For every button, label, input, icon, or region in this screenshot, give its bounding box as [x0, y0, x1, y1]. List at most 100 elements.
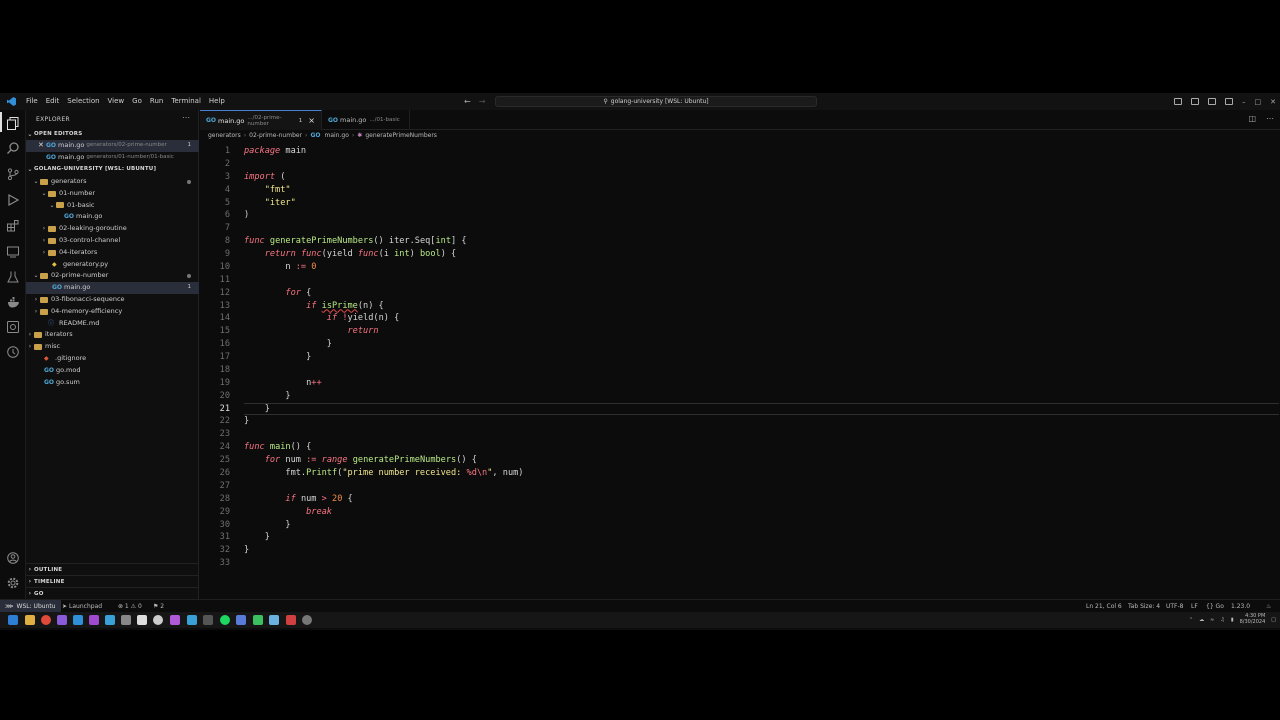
settings-app-icon[interactable] — [121, 615, 131, 625]
app-icon[interactable] — [170, 615, 180, 625]
chrome-icon[interactable] — [41, 615, 51, 625]
code-line[interactable]: for { — [244, 287, 311, 300]
code-line[interactable]: n++ — [244, 377, 322, 390]
whatsapp-icon[interactable] — [253, 615, 263, 625]
open-editor-item[interactable]: ✕ GO main.go generators/02-prime-number … — [26, 140, 199, 152]
code-line[interactable]: return — [244, 325, 378, 338]
tab-main-go-prime[interactable]: GO main.go .../02-prime-number 1 × — [200, 110, 322, 130]
remote-indicator[interactable]: ⋙ WSL: Ubuntu — [0, 600, 61, 612]
outline-section[interactable]: › OUTLINE — [26, 563, 199, 575]
app-icon[interactable] — [57, 615, 67, 625]
accounts-icon[interactable] — [6, 551, 20, 565]
tree-file[interactable]: ⓘ README.md — [26, 318, 199, 330]
menu-file[interactable]: File — [22, 93, 42, 110]
wifi-icon[interactable]: ≈ — [1210, 617, 1214, 623]
problems-indicator[interactable]: ⊗ 1 ⚠ 0 — [118, 600, 142, 612]
spotify-icon[interactable] — [220, 615, 230, 625]
edge-icon[interactable] — [187, 615, 197, 625]
line-ending[interactable]: LF — [1191, 600, 1198, 612]
minimize-icon[interactable]: – — [1242, 98, 1246, 106]
search-icon[interactable] — [6, 141, 20, 155]
app-icon[interactable] — [153, 615, 163, 625]
code-line[interactable]: } — [244, 544, 249, 557]
code-line[interactable]: if isPrime(n) { — [244, 300, 384, 313]
menu-terminal[interactable]: Terminal — [167, 93, 205, 110]
app-icon[interactable] — [137, 615, 147, 625]
close-icon[interactable]: × — [308, 116, 315, 125]
chevron-up-icon[interactable]: ⌃ — [1189, 617, 1193, 623]
breadcrumb-item[interactable]: generatePrimeNumbers — [365, 132, 437, 139]
cloud-icon[interactable]: ☁ — [1199, 617, 1204, 623]
menu-edit[interactable]: Edit — [42, 93, 64, 110]
code-line[interactable]: package main — [244, 145, 306, 158]
code-line[interactable]: if num > 20 { — [244, 493, 352, 506]
launchpad-button[interactable]: ➤ Launchpad — [62, 600, 102, 612]
toggle-secondary-sidebar-icon[interactable] — [1208, 98, 1216, 105]
code-line[interactable]: func main() { — [244, 441, 311, 454]
code-line[interactable]: } — [244, 338, 332, 351]
tree-folder[interactable]: › 04-memory-efficiency — [26, 306, 199, 318]
explorer-icon[interactable] — [6, 116, 20, 130]
code-line[interactable]: } — [244, 351, 311, 364]
tree-file-selected[interactable]: GO main.go 1 — [26, 282, 199, 294]
tree-folder[interactable]: ⌄ 02-prime-number — [26, 270, 199, 282]
menu-selection[interactable]: Selection — [63, 93, 103, 110]
breadcrumb-item[interactable]: main.go — [324, 132, 348, 139]
tab-main-go-basic[interactable]: GO main.go .../01-basic — [322, 110, 410, 130]
maximize-icon[interactable]: □ — [1255, 98, 1262, 106]
code-line[interactable]: } — [244, 390, 290, 403]
remote-explorer-icon[interactable] — [6, 245, 20, 259]
code-line[interactable]: n := 0 — [244, 261, 316, 274]
customize-layout-icon[interactable] — [1225, 98, 1233, 105]
menu-run[interactable]: Run — [146, 93, 167, 110]
code-line[interactable]: func generatePrimeNumbers() iter.Seq[int… — [244, 235, 467, 248]
tree-file[interactable]: GO go.sum — [26, 377, 199, 389]
clock[interactable]: 4:30 PM 8/30/2024 — [1240, 613, 1266, 625]
settings-gear-icon[interactable] — [6, 576, 20, 590]
toggle-sidebar-icon[interactable] — [1174, 98, 1182, 105]
app-icon[interactable] — [236, 615, 246, 625]
extensions-icon[interactable] — [6, 219, 20, 233]
tree-folder[interactable]: › 03-control-channel — [26, 235, 199, 247]
menu-go[interactable]: Go — [128, 93, 146, 110]
language-mode[interactable]: {} Go — [1206, 600, 1224, 612]
app-icon[interactable] — [302, 615, 312, 625]
more-actions-icon[interactable]: ⋯ — [1266, 114, 1274, 123]
forward-arrow-icon[interactable]: → — [479, 97, 486, 106]
workspace-section[interactable]: ⌄ GOLANG-UNIVERSITY [WSL: UBUNTU] — [26, 164, 199, 176]
code-line[interactable]: import ( — [244, 171, 285, 184]
go-section[interactable]: › GO — [26, 587, 199, 599]
code-line[interactable]: break — [244, 506, 332, 519]
visual-studio-icon[interactable] — [89, 615, 99, 625]
tree-folder[interactable]: › misc — [26, 341, 199, 353]
code-line[interactable]: ) — [244, 209, 249, 222]
code-line[interactable]: return func(yield func(i int) bool) { — [244, 248, 457, 261]
back-arrow-icon[interactable]: ← — [464, 97, 471, 106]
tree-file[interactable]: ◆ generatory.py — [26, 259, 199, 271]
file-explorer-icon[interactable] — [25, 615, 35, 625]
encoding[interactable]: UTF-8 — [1166, 600, 1184, 612]
database-icon[interactable] — [6, 320, 20, 334]
split-editor-icon[interactable]: ◫ — [1248, 114, 1256, 123]
code-line[interactable]: } — [244, 403, 270, 416]
code-line[interactable]: "fmt" — [244, 184, 291, 197]
toggle-panel-icon[interactable] — [1191, 98, 1199, 105]
windows-start-icon[interactable] — [8, 615, 18, 625]
timeline-history-icon[interactable] — [6, 345, 20, 359]
notification-icon[interactable]: □ — [1271, 617, 1276, 623]
tab-size[interactable]: Tab Size: 4 — [1128, 600, 1160, 612]
tree-folder[interactable]: ⌄ 01-number — [26, 188, 199, 200]
docker-icon[interactable] — [6, 295, 20, 309]
tree-file[interactable]: GO go.mod — [26, 365, 199, 377]
command-center-search[interactable]: ⚲ golang-university [WSL: Ubuntu] — [495, 96, 817, 107]
tree-folder[interactable]: › iterators — [26, 329, 199, 341]
tree-folder[interactable]: › 03-fibonacci-sequence — [26, 294, 199, 306]
code-line[interactable]: for num := range generatePrimeNumbers() … — [244, 454, 477, 467]
code-editor[interactable]: 1 package main 2 3 import (4 "fmt" 5 "iter" 6)… — [200, 141, 1280, 606]
code-line[interactable]: if !yield(n) { — [244, 312, 399, 325]
breadcrumb-item[interactable]: 02-prime-number — [249, 132, 302, 139]
menu-view[interactable]: View — [104, 93, 129, 110]
code-line[interactable]: fmt.Printf("prime number received: %d\n"… — [244, 467, 523, 480]
testing-icon[interactable] — [6, 270, 20, 284]
tree-folder[interactable]: ⌄ 01-basic — [26, 200, 199, 212]
